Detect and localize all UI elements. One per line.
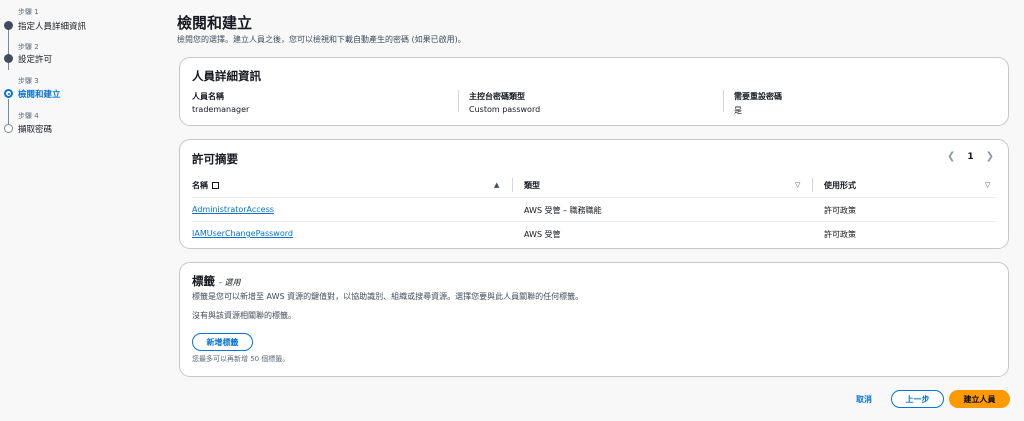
page-subtitle: 檢閱您的選擇。建立人員之後，您可以檢視和下載自動產生的密碼 (如果已啟用)。 <box>177 35 466 44</box>
step-current-icon <box>4 89 13 98</box>
field-label: 主控台密碼類型 <box>469 92 525 101</box>
field-value: 是 <box>734 106 742 115</box>
field-divider <box>723 90 724 112</box>
column-header-name[interactable]: 名稱 <box>192 180 219 191</box>
cancel-button[interactable]: 取消 <box>856 394 872 405</box>
policy-usage: 許可政策 <box>824 230 856 239</box>
field-label: 人員名稱 <box>192 92 224 101</box>
step-number: 步驟 3 <box>18 77 39 85</box>
row-divider <box>192 221 996 222</box>
field-value: Custom password <box>469 105 541 114</box>
tags-limit-note: 您最多可以再新增 50 個標籤。 <box>192 355 290 363</box>
external-link-icon <box>212 182 219 189</box>
step-number: 步驟 4 <box>18 112 39 120</box>
step-number: 步驟 1 <box>18 8 39 16</box>
pagination: ❮ 1 ❯ <box>947 151 994 162</box>
sort-icon[interactable]: ▽ <box>985 181 990 189</box>
chevron-left-icon[interactable]: ❮ <box>947 151 955 162</box>
step-pending-icon <box>4 124 13 133</box>
column-label: 使用形式 <box>824 181 856 190</box>
tags-description: 標籤是您可以新增至 AWS 資源的鍵值對，以協助識別、組織或搜尋資源。選擇您要與… <box>192 292 584 301</box>
column-label: 名稱 <box>192 181 208 190</box>
column-header-usage[interactable]: 使用形式 <box>824 180 856 191</box>
tags-empty-message: 沒有與該資源相關聯的標籤。 <box>192 311 296 320</box>
field-require-reset: 需要重設密碼 是 <box>734 91 782 116</box>
step-complete-icon <box>4 21 13 30</box>
step-number: 步驟 2 <box>18 43 39 51</box>
column-divider[interactable] <box>812 178 813 192</box>
tags-heading: 標籤 - 選用 <box>192 273 240 289</box>
header-divider <box>192 197 996 198</box>
policy-type: AWS 受管 – 職務職能 <box>524 206 602 215</box>
step-label[interactable]: 指定人員詳細資訊 <box>18 20 86 32</box>
field-divider <box>458 90 459 112</box>
field-console-password-type: 主控台密碼類型 Custom password <box>469 91 540 114</box>
user-details-heading: 人員詳細資訊 <box>192 69 261 83</box>
permissions-heading: 許可摘要 <box>192 152 238 166</box>
page-number[interactable]: 1 <box>967 152 973 162</box>
step-label[interactable]: 設定許可 <box>18 53 52 65</box>
tags-title: 標籤 <box>192 274 215 288</box>
policy-link[interactable]: IAMUserChangePassword <box>192 229 293 238</box>
field-label: 需要重設密碼 <box>734 92 782 101</box>
column-header-type[interactable]: 類型 <box>524 180 540 191</box>
sort-ascending-icon[interactable]: ▲ <box>494 181 499 189</box>
step-label: 擷取密碼 <box>18 125 53 135</box>
step-label: 檢閱和建立 <box>18 90 61 100</box>
previous-button[interactable]: 上一步 <box>891 390 944 408</box>
policy-link[interactable]: AdministratorAccess <box>192 205 274 214</box>
step-complete-icon <box>4 54 13 63</box>
user-details-card: 人員詳細資訊 人員名稱 trademanager 主控台密碼類型 Custom … <box>179 57 1009 126</box>
column-divider[interactable] <box>512 178 513 192</box>
optional-label: - 選用 <box>219 278 241 287</box>
field-user-name: 人員名稱 trademanager <box>192 91 249 114</box>
chevron-right-icon[interactable]: ❯ <box>986 151 994 162</box>
field-value: trademanager <box>192 105 250 114</box>
column-label: 類型 <box>524 181 540 190</box>
step-connector <box>8 99 9 124</box>
tags-card: 標籤 - 選用 標籤是您可以新增至 AWS 資源的鍵值對，以協助識別、組織或搜尋… <box>179 262 1009 377</box>
policy-type: AWS 受管 <box>524 230 561 239</box>
add-tag-button[interactable]: 新增標籤 <box>192 333 253 351</box>
create-user-button[interactable]: 建立人員 <box>949 390 1010 408</box>
sort-icon[interactable]: ▽ <box>795 181 800 189</box>
page-title: 檢閱和建立 <box>177 14 253 32</box>
permissions-summary-card: 許可摘要 ❮ 1 ❯ 名稱 ▲ 類型 ▽ 使用形式 ▽ Administrato… <box>179 139 1009 249</box>
policy-usage: 許可政策 <box>824 206 856 215</box>
